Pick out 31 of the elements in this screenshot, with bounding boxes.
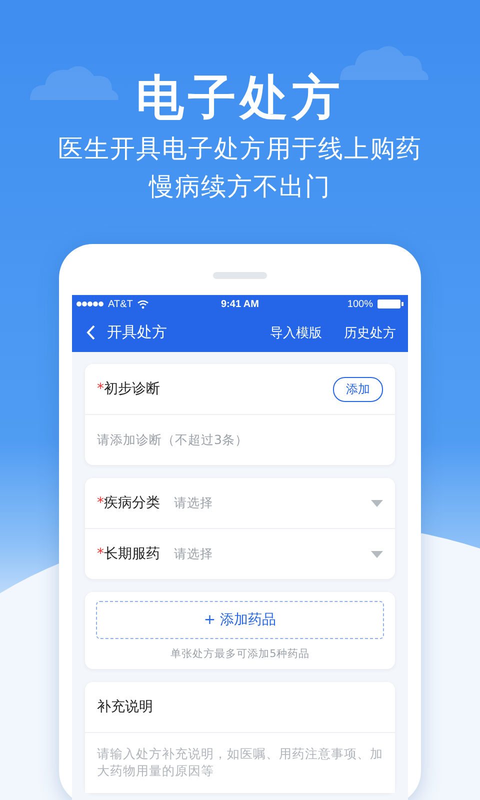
- field-label: 初步诊断: [104, 380, 160, 398]
- back-icon[interactable]: [86, 325, 95, 340]
- select-field[interactable]: *疾病分类 请选择: [85, 478, 395, 528]
- select-placeholder: 请选择: [174, 494, 213, 512]
- battery-percent: 100%: [347, 298, 373, 310]
- limit-note: 单张处方最多可添加5种药品: [170, 647, 310, 661]
- select-placeholder: 请选择: [174, 546, 213, 562]
- nav-link[interactable]: 历史处方: [344, 324, 396, 342]
- required-mark: *: [97, 381, 104, 397]
- required-mark: *: [97, 546, 104, 562]
- dropdown-arrow-icon: [371, 500, 383, 506]
- phone-speaker: [213, 272, 267, 279]
- wifi-icon: [136, 300, 149, 308]
- status-time: 9:41 AM: [221, 298, 259, 310]
- field-label: 疾病分类: [104, 494, 160, 512]
- dropdown-arrow-icon: [371, 550, 383, 558]
- field-label: 补充说明: [97, 698, 153, 716]
- select-field[interactable]: *长期服药 请选择: [85, 529, 395, 579]
- hint-text: 请添加诊断（不超过3条）: [97, 432, 248, 448]
- nav-title: 开具处方: [107, 323, 167, 342]
- signal-icon: [76, 301, 104, 307]
- add-drug-button[interactable]: + 添加药品: [96, 601, 384, 639]
- add-button[interactable]: 添加: [333, 376, 383, 402]
- subtitle: 慢病续方不出门: [149, 171, 331, 203]
- carrier-name: AT&T: [108, 298, 133, 310]
- subtitle: 医生开具电子处方用于线上购药: [58, 133, 422, 165]
- field-label: 长期服药: [104, 545, 160, 563]
- nav-link[interactable]: 导入模版: [270, 324, 322, 342]
- required-mark: *: [97, 495, 104, 511]
- battery-icon: [376, 299, 404, 309]
- headline: 电子处方: [136, 69, 344, 128]
